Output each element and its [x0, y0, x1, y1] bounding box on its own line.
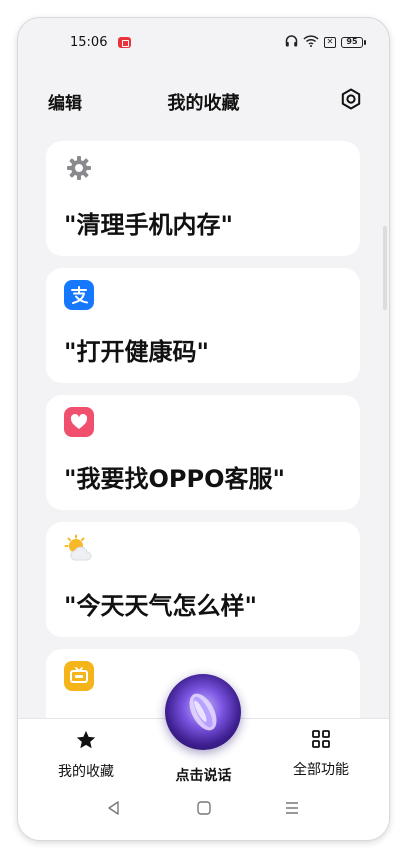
favorite-card-weather[interactable]: "今天天气怎么样" — [46, 522, 360, 637]
favorite-card-oppo-service[interactable]: "我要找OPPO客服" — [46, 395, 360, 510]
nav-all-features[interactable]: 全部功能 — [293, 729, 349, 779]
phone-screen: 15:06 ✕ 95 我的收藏 编辑 "清理手机内存" "打开健康码" "我要找… — [18, 18, 389, 840]
nav-all-features-label: 全部功能 — [293, 762, 349, 778]
favorite-card-health-code[interactable]: "打开健康码" — [46, 268, 360, 383]
weather-sun-cloud-icon — [64, 534, 94, 564]
favorite-card-text: "打开健康码" — [64, 338, 210, 366]
alipay-icon — [64, 280, 94, 310]
nav-speak-label[interactable]: 点击说话 — [176, 765, 232, 785]
wifi-icon — [303, 35, 319, 50]
gear-icon — [64, 153, 94, 183]
favorite-card-clean-memory[interactable]: "清理手机内存" — [46, 141, 360, 256]
battery-icon: 95 — [341, 37, 366, 48]
app-header: 我的收藏 编辑 — [18, 84, 389, 116]
no-sim-icon: ✕ — [324, 37, 336, 48]
nav-favorites[interactable]: 我的收藏 — [58, 729, 114, 781]
screen-record-icon — [118, 37, 131, 48]
system-navigation-bar — [18, 788, 389, 840]
voice-assistant-button[interactable] — [165, 674, 241, 750]
status-icons: ✕ 95 — [285, 35, 366, 50]
back-icon[interactable] — [106, 800, 122, 821]
favorite-card-text: "我要找OPPO客服" — [64, 465, 285, 493]
settings-icon[interactable] — [339, 87, 363, 111]
headphones-icon — [285, 35, 298, 50]
recents-menu-icon[interactable] — [284, 800, 300, 821]
grid-icon — [311, 730, 331, 753]
scrollbar-thumb[interactable] — [383, 226, 387, 310]
status-bar: 15:06 ✕ 95 — [18, 32, 389, 54]
status-time: 15:06 — [70, 35, 108, 50]
home-icon[interactable] — [196, 800, 212, 821]
tv-icon — [64, 661, 94, 691]
heart-icon — [64, 407, 94, 437]
favorite-card-text: "今天天气怎么样" — [64, 592, 258, 620]
edit-button[interactable]: 编辑 — [48, 89, 82, 114]
nav-favorites-label: 我的收藏 — [58, 764, 114, 780]
star-icon — [75, 730, 97, 755]
favorite-card-text: "清理手机内存" — [64, 211, 234, 239]
voice-orb-icon — [189, 693, 217, 731]
